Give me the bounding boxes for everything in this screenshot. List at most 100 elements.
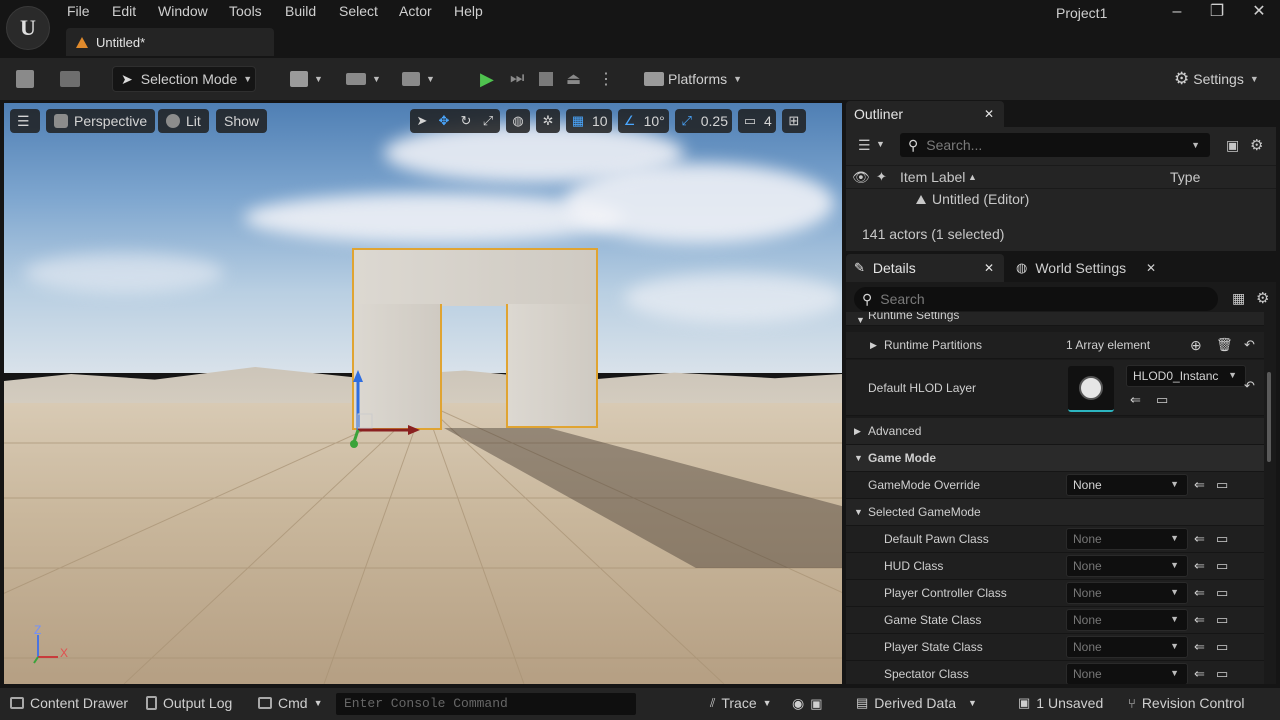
details-search-input[interactable]: ⚲ Search (854, 287, 1218, 311)
select-arrow-icon[interactable]: ➤ (414, 113, 430, 129)
table-view-icon[interactable]: ▦ (1232, 290, 1245, 307)
use-selected-icon[interactable]: ⇐ (1194, 531, 1205, 547)
play-options-button[interactable]: ⋮ (598, 66, 614, 92)
row-advanced[interactable]: ▶ Advanced (846, 418, 1264, 445)
spectator-class-dropdown[interactable]: None ▼ (1066, 663, 1188, 684)
cinematics-button[interactable]: ▼ (402, 66, 435, 92)
unreal-logo-icon[interactable]: U (6, 6, 50, 50)
menu-tools[interactable]: Tools (229, 3, 262, 19)
menu-window[interactable]: Window (158, 3, 208, 19)
gamemode-override-dropdown[interactable]: None ▼ (1066, 474, 1188, 496)
menu-edit[interactable]: Edit (112, 3, 136, 19)
close-tab-icon[interactable]: ✕ (984, 107, 994, 121)
add-actor-button[interactable]: ▼ (290, 66, 323, 92)
add-folder-icon[interactable]: ▣ (1226, 137, 1239, 154)
pin-icon[interactable]: ✦ (876, 169, 887, 185)
trace-dropdown[interactable]: ⫽ Trace ▼ (710, 695, 772, 711)
player-controller-class-dropdown[interactable]: None ▼ (1066, 582, 1188, 604)
reset-icon[interactable]: ↶ (1244, 337, 1255, 353)
tab-world-settings[interactable]: ◍ World Settings ✕ (1008, 254, 1166, 282)
browse-folder-icon[interactable]: ▭ (1216, 585, 1228, 601)
output-log-button[interactable]: Output Log (146, 695, 232, 711)
tab-details[interactable]: ✎ Details ✕ (846, 254, 1004, 282)
use-selected-icon[interactable]: ⇐ (1194, 558, 1205, 574)
menu-actor[interactable]: Actor (399, 3, 432, 19)
menu-file[interactable]: File (67, 3, 90, 19)
browse-folder-icon[interactable]: ▭ (1216, 666, 1228, 682)
menu-help[interactable]: Help (454, 3, 483, 19)
lit-button[interactable]: Lit (158, 109, 209, 133)
unsaved-button[interactable]: ▣ 1 Unsaved (1018, 695, 1103, 711)
chevron-down-icon[interactable]: ▼ (876, 139, 885, 149)
use-selected-icon[interactable]: ⇐ (1194, 612, 1205, 628)
tab-outliner[interactable]: Outliner ✕ (846, 101, 1004, 127)
close-window-icon[interactable]: ✕ (1248, 2, 1270, 24)
surface-snap-button[interactable]: ✲ (536, 109, 560, 133)
rotate-icon[interactable]: ↻ (458, 113, 474, 129)
derived-data-dropdown[interactable]: ▤ Derived Data ▼ (856, 695, 977, 711)
selection-mode-dropdown[interactable]: ➤ Selection Mode ▼ (112, 66, 256, 92)
blueprint-button[interactable]: ▼ (346, 66, 381, 92)
col-item-label[interactable]: Item Label (900, 169, 965, 185)
platforms-dropdown[interactable]: Platforms ▼ (644, 66, 742, 92)
content-drawer-button[interactable]: Content Drawer (10, 695, 128, 711)
minimize-icon[interactable]: – (1166, 2, 1188, 24)
revision-control-button[interactable]: ⑂ Revision Control (1128, 695, 1245, 711)
browse-folder-icon[interactable]: ▭ (1216, 639, 1228, 655)
eye-icon[interactable]: 👁 (852, 169, 870, 186)
browse-folder-icon[interactable]: ▭ (1216, 558, 1228, 574)
use-selected-icon[interactable]: ⇐ (1130, 392, 1141, 408)
player-state-class-dropdown[interactable]: None ▼ (1066, 636, 1188, 658)
use-selected-icon[interactable]: ⇐ (1194, 639, 1205, 655)
use-selected-icon[interactable]: ⇐ (1194, 477, 1205, 493)
add-element-icon[interactable]: ⊕ (1190, 337, 1202, 354)
translate-icon[interactable]: ✥ (436, 113, 452, 129)
outliner-search-input[interactable]: ⚲ Search... ▼ (900, 133, 1210, 157)
use-selected-icon[interactable]: ⇐ (1194, 585, 1205, 601)
section-game-mode[interactable]: ▼ Game Mode (846, 445, 1264, 472)
use-selected-icon[interactable]: ⇐ (1194, 666, 1205, 682)
advance-frame-button[interactable]: ⏭ (510, 66, 524, 92)
col-type[interactable]: Type (1170, 169, 1200, 185)
gear-icon[interactable]: ⚙ (1256, 289, 1269, 307)
cmd-dropdown[interactable]: Cmd ▼ (258, 695, 322, 711)
browse-folder-icon[interactable]: ▭ (1216, 531, 1228, 547)
perspective-button[interactable]: Perspective (46, 109, 156, 133)
scale-icon[interactable]: ⤢ (480, 113, 496, 129)
browse-folder-icon[interactable]: ▭ (1216, 612, 1228, 628)
viewport-menu-button[interactable]: ☰ (10, 109, 40, 133)
settings-dropdown[interactable]: ⚙ Settings ▼ (1174, 66, 1259, 92)
browse-folder-icon[interactable]: ▭ (1216, 477, 1228, 493)
save-button[interactable] (16, 66, 34, 92)
section-selected-gamemode[interactable]: ▼ Selected GameMode (846, 499, 1264, 526)
rotation-snap-button[interactable]: ∠ 10° (617, 109, 669, 133)
close-tab-icon[interactable]: ✕ (1146, 261, 1156, 275)
maximize-icon[interactable]: ❐ (1206, 2, 1228, 24)
game-state-class-dropdown[interactable]: None ▼ (1066, 609, 1188, 631)
details-scrollbar[interactable] (1267, 372, 1271, 462)
filter-icon[interactable]: ☰ (858, 137, 871, 154)
stop-button[interactable] (539, 66, 553, 92)
coordinate-system-button[interactable]: ◍ (506, 109, 530, 133)
console-command-input[interactable]: Enter Console Command (336, 693, 636, 715)
default-pawn-class-dropdown[interactable]: None ▼ (1066, 528, 1188, 550)
eject-button[interactable]: ⏏ (566, 66, 581, 92)
level-viewport[interactable]: ☰ Perspective Lit Show ➤ ✥ ↻ ⤢ ◍ ✲ ▦ 10 … (4, 103, 842, 684)
show-button[interactable]: Show (216, 109, 268, 133)
menu-select[interactable]: Select (339, 3, 378, 19)
browse-folder-icon[interactable]: ▭ (1156, 392, 1168, 408)
section-runtime-settings[interactable]: ▼ Runtime Settings (846, 312, 1264, 326)
viewport-layout-button[interactable]: ⊞ (781, 109, 806, 133)
play-button[interactable]: ▶ (480, 66, 494, 92)
scale-snap-button[interactable]: ⤢ 0.25 (674, 109, 732, 133)
hud-class-dropdown[interactable]: None ▼ (1066, 555, 1188, 577)
transform-gizmo[interactable] (344, 368, 434, 458)
chevron-right-icon[interactable]: ▶ (870, 340, 877, 351)
document-tab[interactable]: Untitled* (66, 28, 274, 56)
gear-icon[interactable]: ⚙ (1250, 136, 1263, 154)
camera-speed-button[interactable]: ▭ 4 (738, 109, 776, 133)
browse-button[interactable] (60, 66, 80, 92)
hlod-thumbnail[interactable] (1068, 366, 1114, 412)
record-button[interactable]: ◉ ▣ (792, 695, 823, 712)
trash-icon[interactable]: 🗑 (1216, 337, 1233, 353)
